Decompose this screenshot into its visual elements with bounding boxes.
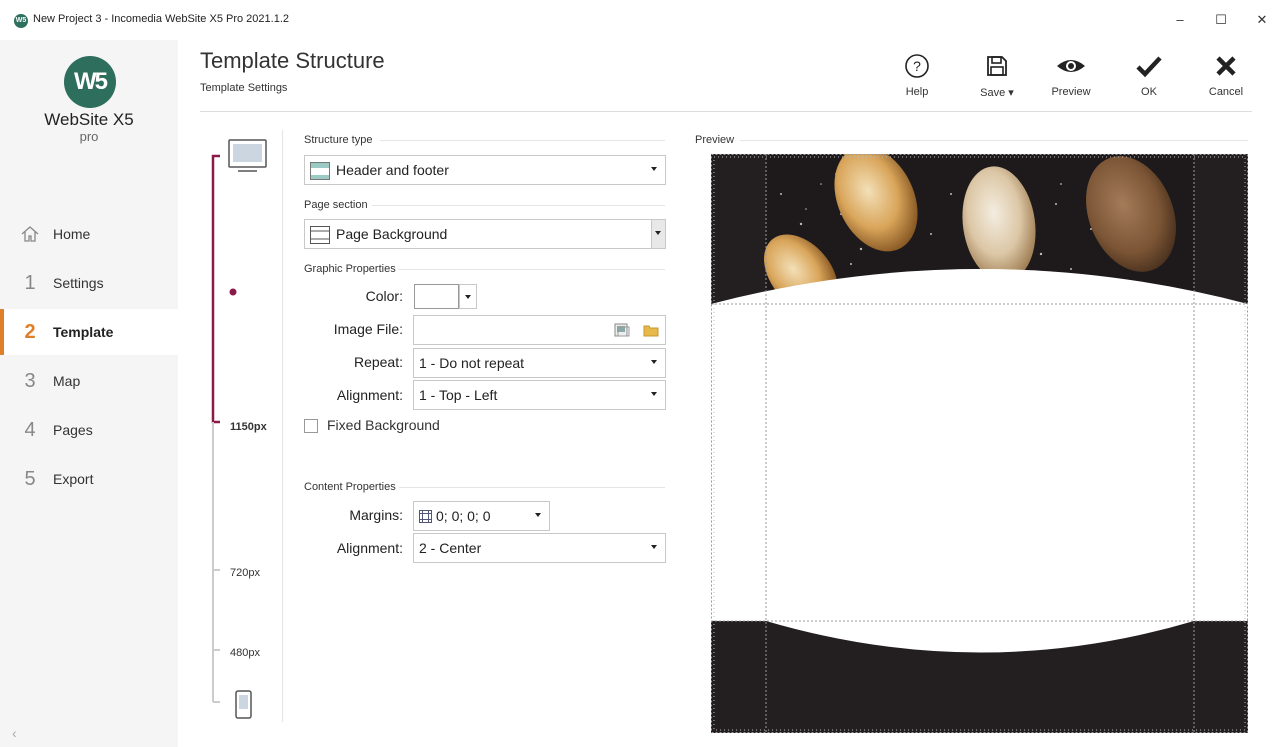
help-icon: ? — [905, 54, 929, 78]
layout-icon — [310, 162, 330, 180]
color-label: Color: — [365, 288, 403, 304]
eye-icon — [1057, 60, 1085, 72]
preview-label: Preview — [695, 134, 735, 146]
page-section-value: Page Background — [336, 226, 448, 242]
graphic-properties-label: Graphic Properties — [304, 263, 396, 275]
sidebar-item-label: Export — [53, 471, 94, 487]
page-section-label: Page section — [304, 199, 368, 211]
structure-type-select[interactable]: Header and footer — [304, 155, 666, 185]
alignment-select[interactable]: 1 - Top - Left — [413, 380, 666, 410]
chevron-down-icon — [651, 545, 657, 549]
structure-type-label: Structure type — [304, 134, 373, 146]
sidebar-item-export[interactable]: 5 Export — [0, 456, 178, 502]
alignment-label: Alignment: — [336, 387, 403, 403]
image-preview-icon[interactable] — [614, 322, 630, 338]
chevron-down-icon — [535, 513, 541, 517]
sidebar: W5 WebSite X5 pro Home 1 Settings 2 Temp… — [0, 40, 178, 747]
save-icon — [987, 56, 1007, 76]
save-button[interactable]: Save ▾ — [967, 50, 1027, 102]
fixed-background-checkbox[interactable] — [304, 419, 318, 433]
logo-name: WebSite X5 — [44, 110, 134, 129]
chevron-down-icon — [651, 360, 657, 364]
section-divider — [398, 269, 665, 270]
preview-button[interactable]: Preview — [1041, 50, 1101, 102]
svg-text:?: ? — [913, 58, 921, 74]
page-title: Template Structure — [200, 48, 385, 73]
logo-mark: W5 — [64, 56, 116, 108]
close-icon — [1216, 56, 1236, 76]
save-label: Save ▾ — [980, 87, 1014, 99]
sidebar-item-home[interactable]: Home — [0, 211, 178, 257]
checkmark-icon — [1136, 56, 1162, 78]
image-file-input[interactable] — [413, 315, 666, 345]
alignment-value: 1 - Top - Left — [419, 387, 498, 403]
section-divider — [399, 487, 665, 488]
section-divider — [740, 140, 1248, 141]
cancel-button[interactable]: Cancel — [1196, 50, 1256, 102]
minimize-button[interactable]: – — [1165, 8, 1195, 32]
image-file-label: Image File: — [333, 321, 403, 337]
breakpoint-720[interactable]: 720px — [230, 567, 260, 579]
chevron-down-icon — [651, 392, 657, 396]
sidebar-item-map[interactable]: 3 Map — [0, 358, 178, 404]
margins-select[interactable]: 0; 0; 0; 0 — [413, 501, 550, 531]
section-divider — [372, 205, 665, 206]
margins-label: Margins: — [349, 507, 403, 523]
content-properties-label: Content Properties — [304, 481, 396, 493]
sidebar-item-number: 2 — [24, 320, 36, 343]
help-button[interactable]: ? Help — [887, 50, 947, 102]
page-section-select[interactable]: Page Background — [304, 219, 666, 249]
margins-value: 0; 0; 0; 0 — [436, 508, 491, 524]
header-divider — [200, 111, 1252, 112]
repeat-label: Repeat: — [353, 354, 403, 370]
sidebar-item-number: 5 — [24, 467, 36, 490]
home-icon — [21, 226, 39, 242]
breakpoint-1150[interactable]: 1150px — [230, 421, 267, 433]
preview-canvas — [711, 154, 1248, 733]
chevron-down-icon — [651, 167, 657, 171]
help-label: Help — [905, 86, 929, 98]
close-window-button[interactable]: ✕ — [1247, 8, 1277, 32]
color-swatch[interactable] — [414, 284, 459, 309]
sidebar-item-label: Template — [53, 324, 114, 340]
title-bar: W5 New Project 3 - Incomedia WebSite X5 … — [0, 0, 1282, 40]
content-alignment-select[interactable]: 2 - Center — [413, 533, 666, 563]
margins-icon — [419, 510, 432, 523]
sidebar-item-label: Settings — [53, 275, 104, 291]
sidebar-item-label: Map — [53, 373, 81, 389]
ok-button[interactable]: OK — [1119, 50, 1179, 102]
breakpoint-480[interactable]: 480px — [230, 647, 260, 659]
app-icon: W5 — [14, 14, 28, 28]
color-dropdown-button[interactable] — [459, 284, 477, 309]
collapse-sidebar-button[interactable]: ‹ — [12, 725, 17, 741]
window-title: New Project 3 - Incomedia WebSite X5 Pro… — [33, 13, 289, 25]
cancel-label: Cancel — [1208, 86, 1244, 98]
maximize-button[interactable]: ☐ — [1206, 8, 1236, 32]
sidebar-item-number: 4 — [24, 418, 36, 441]
sidebar-item-pages[interactable]: 4 Pages — [0, 407, 178, 453]
structure-type-value: Header and footer — [336, 162, 449, 178]
section-icon — [310, 226, 330, 244]
repeat-value: 1 - Do not repeat — [419, 355, 525, 371]
chevron-down-icon — [465, 295, 471, 299]
sidebar-item-label: Pages — [53, 422, 93, 438]
panel-divider — [282, 130, 283, 722]
section-divider — [380, 140, 665, 141]
sidebar-item-number: 3 — [24, 369, 36, 392]
sidebar-item-label: Home — [53, 226, 91, 242]
template-preview[interactable] — [711, 154, 1248, 733]
logo-edition: pro — [79, 129, 99, 144]
page-subtitle: Template Settings — [200, 82, 288, 94]
sidebar-item-settings[interactable]: 1 Settings — [0, 260, 178, 306]
chevron-down-icon — [655, 231, 661, 235]
folder-icon[interactable] — [643, 322, 659, 338]
preview-label: Preview — [1051, 86, 1091, 98]
ok-label: OK — [1141, 86, 1157, 98]
fixed-background-label[interactable]: Fixed Background — [327, 417, 440, 433]
sidebar-item-template[interactable]: 2 Template — [0, 309, 178, 355]
content-alignment-label: Alignment: — [336, 540, 403, 556]
repeat-select[interactable]: 1 - Do not repeat — [413, 348, 666, 378]
sidebar-item-number: 1 — [24, 271, 36, 294]
content-alignment-value: 2 - Center — [419, 540, 482, 556]
